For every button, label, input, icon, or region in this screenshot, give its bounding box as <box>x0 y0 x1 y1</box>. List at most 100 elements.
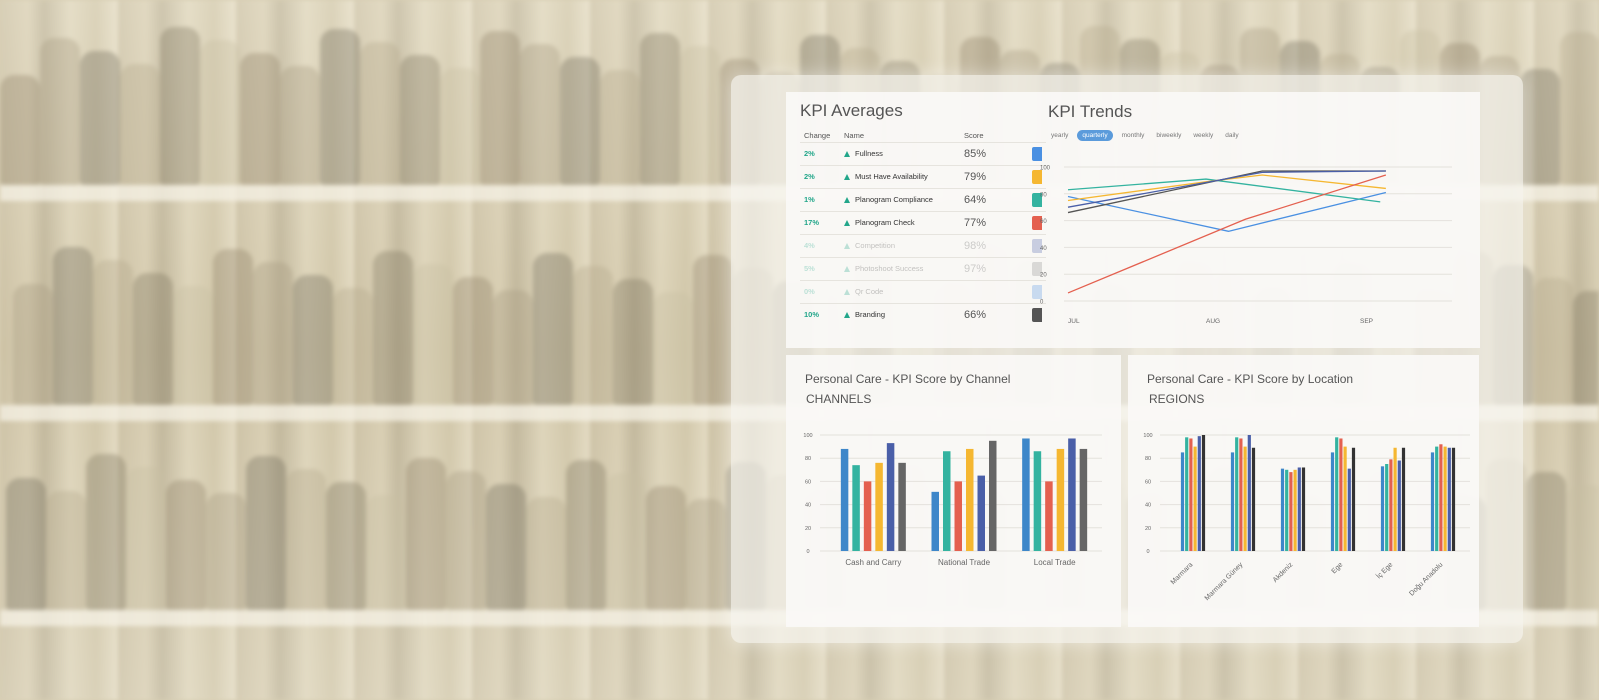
y-tick-label: 40 <box>1040 246 1047 252</box>
bar <box>1180 452 1185 551</box>
x-tick-label: SEP <box>1360 318 1373 325</box>
bottle-shape <box>1566 485 1599 610</box>
bar <box>1239 438 1243 551</box>
bottle-shape <box>213 249 253 405</box>
kpi-name: Fullness <box>855 149 883 158</box>
bottle-shape <box>13 284 53 405</box>
y-tick-label: 80 <box>1040 192 1047 198</box>
period-tab-weekly[interactable]: weekly <box>1190 130 1216 141</box>
bottle-shape <box>333 288 373 405</box>
bar <box>1045 481 1053 551</box>
bottle-shape <box>120 64 160 185</box>
bottle-shape <box>93 260 133 405</box>
category-label: Ege <box>1331 561 1345 575</box>
kpi-score: 98% <box>962 233 1032 257</box>
bar <box>1430 452 1435 551</box>
kpi-row[interactable]: 10% Branding 66% <box>800 302 1046 326</box>
category-label: Local Trade <box>1034 558 1076 567</box>
kpi-row[interactable]: 4% Competition 98% <box>800 233 1046 257</box>
period-tab-monthly[interactable]: monthly <box>1119 130 1148 141</box>
kpi-averages-title: KPI Averages <box>800 101 903 120</box>
bar <box>1235 437 1239 551</box>
bottle-shape <box>46 491 86 610</box>
kpi-score <box>962 279 1032 303</box>
bar <box>1022 438 1030 551</box>
y-tick-label: 20 <box>1145 526 1151 532</box>
bottle-shape <box>246 456 286 610</box>
bottle-shape <box>40 38 80 185</box>
kpi-name-cell: Qr Code <box>844 279 962 303</box>
y-tick-label: 60 <box>1040 219 1047 225</box>
bar <box>1033 451 1042 551</box>
kpi-row[interactable]: 2% Fullness 85% <box>800 141 1046 165</box>
bar <box>1197 436 1201 551</box>
bar <box>943 451 951 551</box>
period-tab-quarterly[interactable]: quarterly <box>1077 130 1113 141</box>
kpi-score: 85% <box>962 141 1032 165</box>
y-tick-label: 100 <box>1040 166 1051 172</box>
kpi-change: 0% <box>800 279 844 303</box>
bar <box>1301 467 1306 551</box>
up-arrow-icon <box>844 174 850 181</box>
up-arrow-icon <box>844 266 850 273</box>
header-score: Score <box>964 131 984 141</box>
bottle-shape <box>440 68 480 185</box>
kpi-averages-table: Change Name Score 2% Fullness 85% 2% Mus… <box>800 130 1046 326</box>
kpi-row[interactable]: 2% Must Have Availability 79% <box>800 164 1046 188</box>
bottle-shape <box>480 31 520 185</box>
kpi-row[interactable]: 0% Qr Code <box>800 279 1046 303</box>
bar <box>1347 468 1351 551</box>
kpi-row[interactable]: 5% Photoshoot Success 97% <box>800 256 1046 280</box>
bottle-shape <box>400 55 440 185</box>
bar <box>1280 468 1285 551</box>
kpi-change: 1% <box>800 187 844 211</box>
bottle-shape <box>160 27 200 185</box>
bottle-shape <box>6 478 46 610</box>
channel-card-subtitle: CHANNELS <box>806 392 872 406</box>
period-tab-yearly[interactable]: yearly <box>1048 130 1071 141</box>
kpi-row[interactable]: 1% Planogram Compliance 64% <box>800 187 1046 211</box>
bottle-shape <box>320 29 360 185</box>
period-tabs: yearly quarterly monthly biweekly weekly dail… <box>1048 130 1242 141</box>
bottle-shape <box>446 471 486 610</box>
channel-card-title: Personal Care - KPI Score by Channel <box>805 372 1011 386</box>
bar <box>1397 460 1401 551</box>
kpi-row[interactable]: 17% Planogram Check 77% <box>800 210 1046 234</box>
bar <box>1243 446 1247 551</box>
bar <box>863 481 872 551</box>
bottle-shape <box>573 266 613 405</box>
bottle-shape <box>360 42 400 185</box>
bar <box>1251 447 1256 551</box>
bottle-shape <box>493 290 533 405</box>
kpi-name: Branding <box>855 310 886 320</box>
x-tick-label: AUG <box>1206 318 1220 325</box>
y-tick-label: 0 <box>806 549 809 555</box>
bar <box>875 462 883 551</box>
bottle-shape <box>166 480 206 610</box>
bottle-shape <box>486 484 526 610</box>
bottle-shape <box>173 286 213 405</box>
y-tick-label: 0 <box>1146 549 1149 555</box>
bar <box>1443 446 1447 551</box>
bar <box>1230 452 1235 551</box>
bottle-shape <box>533 253 573 405</box>
period-tab-biweekly[interactable]: biweekly <box>1153 130 1184 141</box>
kpi-name-cell: Competition <box>844 233 962 257</box>
bar <box>977 475 985 551</box>
bar <box>989 440 997 551</box>
period-tab-daily[interactable]: daily <box>1222 130 1241 141</box>
category-label: Akdeniz <box>1272 561 1295 584</box>
trend-series-line <box>1067 174 1387 294</box>
bar <box>1330 452 1335 551</box>
bottle-shape <box>413 264 453 405</box>
kpi-name-cell: Photoshoot Success <box>844 256 962 280</box>
bar <box>1380 466 1385 551</box>
header-color <box>1032 130 1046 142</box>
bottle-shape <box>86 454 126 610</box>
bottle-shape <box>0 75 40 185</box>
kpi-name-cell: Must Have Availability <box>844 164 962 188</box>
category-label: Doğu Anadolu <box>1408 561 1444 597</box>
header-change: Change <box>804 131 831 141</box>
bar <box>931 491 939 551</box>
bar <box>1297 467 1301 551</box>
